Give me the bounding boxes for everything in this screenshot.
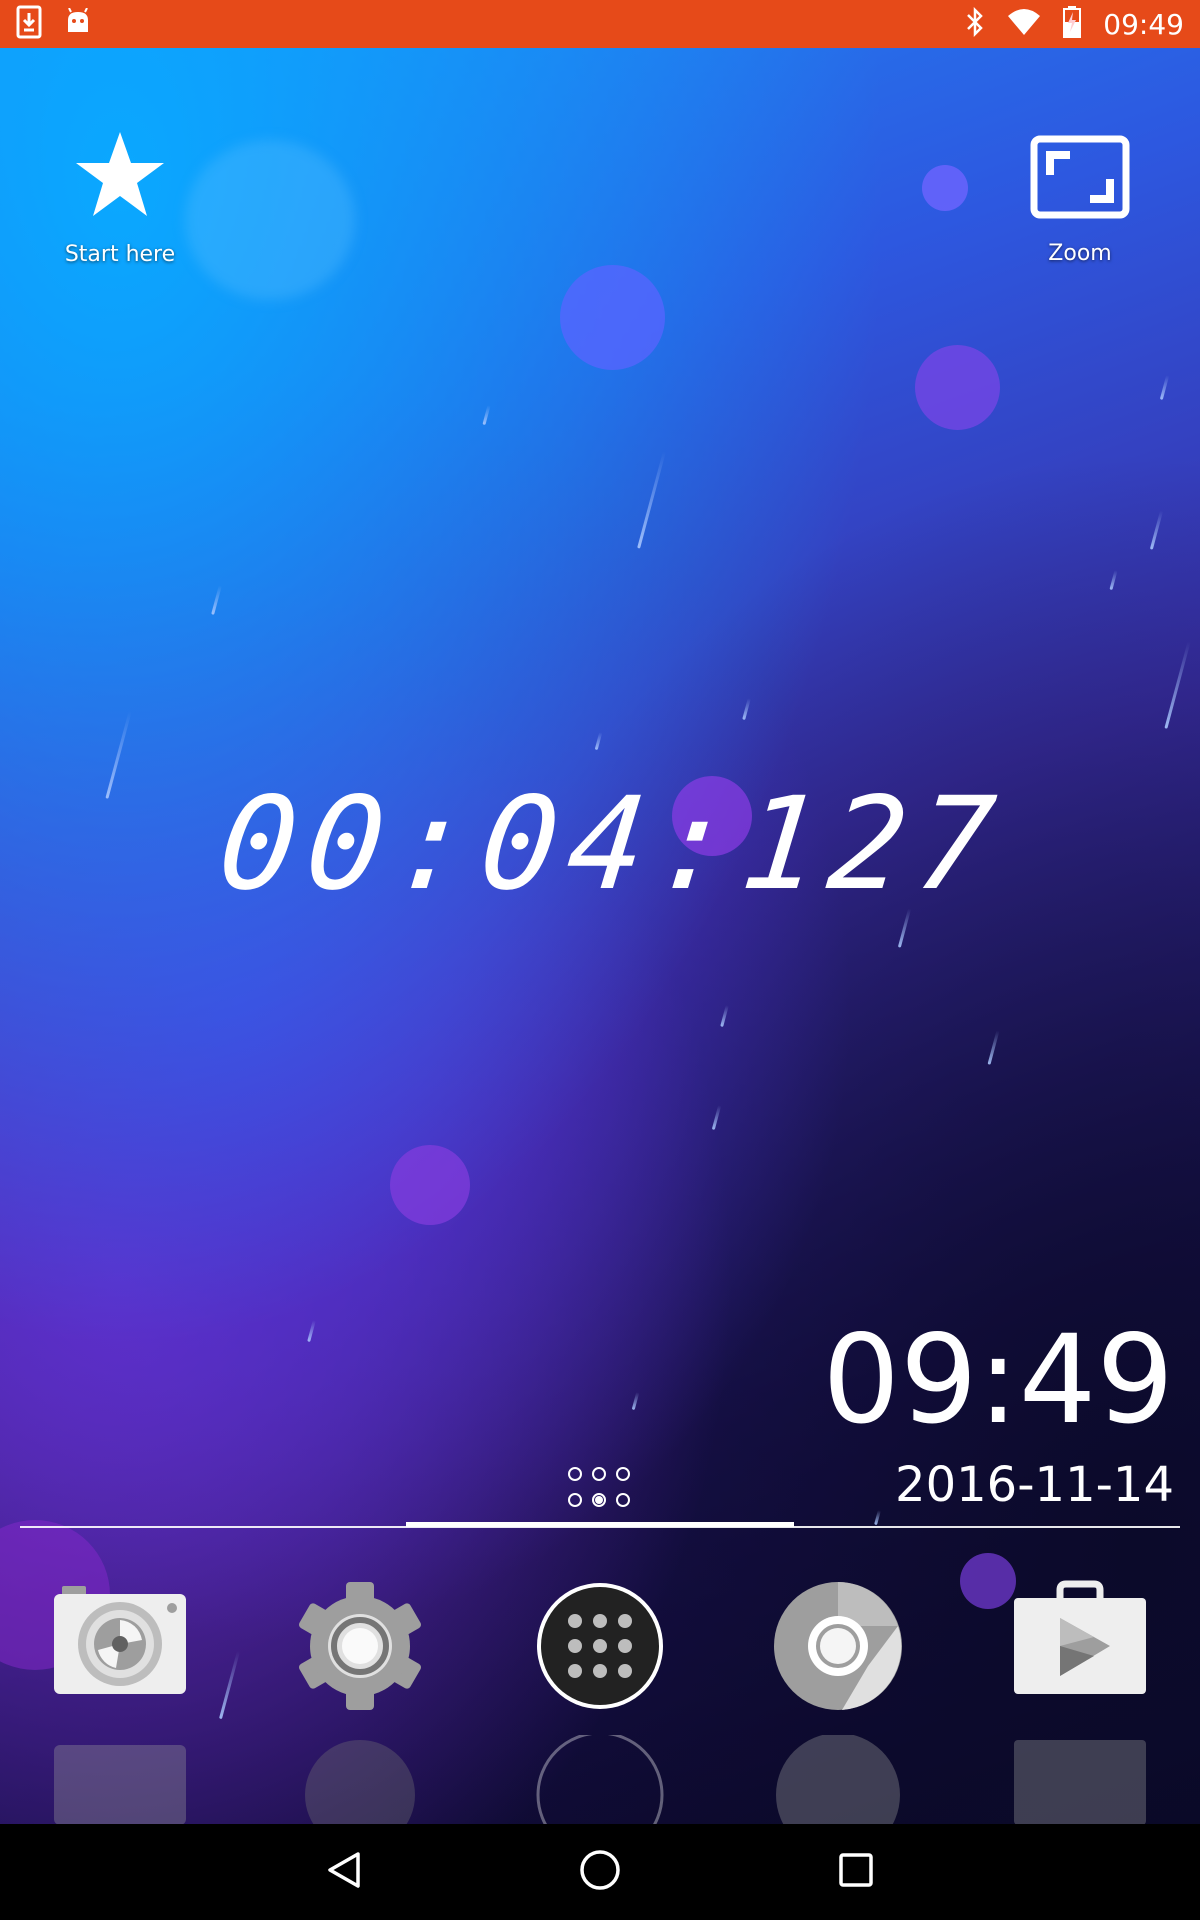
- home-button[interactable]: [574, 1846, 626, 1898]
- clock-date: 2016-11-14: [895, 1457, 1174, 1513]
- back-icon: [324, 1850, 364, 1894]
- home-screen: 09:49 Start here Zoom 00:04:127 09:49 20…: [0, 0, 1200, 1920]
- start-here-label: Start here: [64, 242, 176, 267]
- settings-app[interactable]: [294, 1580, 426, 1712]
- play-store-app[interactable]: [1014, 1580, 1146, 1712]
- recents-button[interactable]: [830, 1846, 882, 1898]
- zoom-fullscreen-icon: [1030, 135, 1130, 223]
- download-icon: [16, 5, 42, 43]
- dock-divider-highlight: [406, 1522, 794, 1527]
- play-store-icon: [1014, 1580, 1146, 1716]
- settings-gear-icon: [294, 1582, 426, 1716]
- clock-time: 09:49: [822, 1309, 1174, 1451]
- battery-charging-icon: [1063, 6, 1082, 42]
- back-button[interactable]: [318, 1846, 370, 1898]
- camera-app[interactable]: [54, 1580, 186, 1712]
- bluetooth-icon: [965, 6, 985, 41]
- wifi-icon: [1007, 8, 1041, 40]
- star-icon: [72, 132, 168, 224]
- zoom-label: Zoom: [1048, 241, 1112, 266]
- chrome-icon: [772, 1582, 904, 1716]
- page-dot[interactable]: [616, 1493, 630, 1507]
- dock: [0, 1580, 1200, 1710]
- status-bar-time: 09:49: [1103, 7, 1184, 41]
- page-dot[interactable]: [592, 1467, 606, 1481]
- app-drawer-icon: [534, 1583, 666, 1716]
- status-bar: 09:49: [0, 0, 1200, 48]
- zoom-shortcut[interactable]: Zoom: [990, 135, 1170, 266]
- chrome-app[interactable]: [772, 1580, 904, 1712]
- recents-icon: [836, 1850, 876, 1894]
- page-dot[interactable]: [616, 1467, 630, 1481]
- app-drawer-button[interactable]: [534, 1580, 666, 1712]
- page-dot[interactable]: [568, 1467, 582, 1481]
- home-icon: [578, 1848, 622, 1896]
- clock-widget[interactable]: 09:49 2016-11-14: [822, 1315, 1174, 1513]
- start-here-shortcut[interactable]: Start here: [30, 128, 210, 267]
- page-indicator[interactable]: [564, 1463, 636, 1515]
- stopwatch-display[interactable]: 00:04:127: [212, 770, 1011, 919]
- android-icon: [64, 7, 92, 40]
- page-dot[interactable]: [568, 1493, 582, 1507]
- camera-icon: [54, 1586, 186, 1716]
- page-dot-active[interactable]: [592, 1493, 606, 1507]
- dock-reflection: [0, 1735, 1200, 1825]
- navigation-bar: [0, 1824, 1200, 1920]
